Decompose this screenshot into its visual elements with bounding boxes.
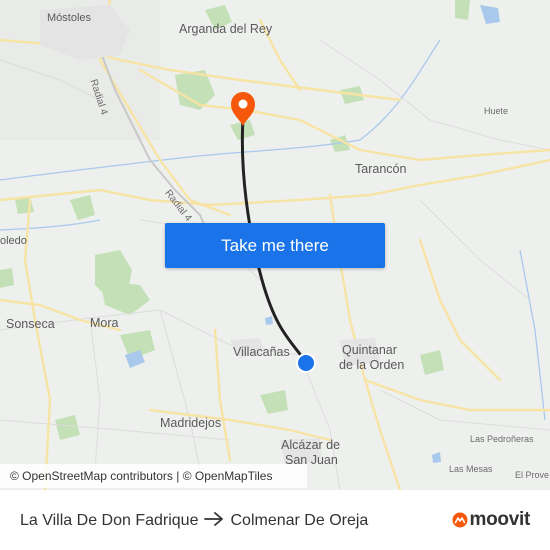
place-alcazar: Alcázar de [281,438,341,452]
place-toledo: oledo [0,235,27,247]
place-tarancon: Tarancón [355,162,407,176]
place-villacanas: Villacañas [233,345,290,359]
place-mora: Mora [90,316,119,330]
attribution-text: © OpenStreetMap contributors | © OpenMap… [10,469,273,483]
map-view[interactable]: Móstoles Arganda del Rey Huete Tarancón … [0,0,550,490]
moovit-logo[interactable]: moovit [452,509,530,531]
place-madridejos: Madridejos [160,416,222,430]
route-summary: La Villa De Don Fadrique Colmenar De Ore… [20,511,368,531]
moovit-logo-icon [452,512,468,528]
current-location-dot-icon[interactable] [296,353,316,373]
moovit-logo-text: moovit [469,509,531,530]
place-quintanar-line2: de la Orden [339,358,405,372]
take-me-there-button[interactable]: Take me there [165,223,385,268]
place-pedronieras: Las Pedroñeras [470,434,534,444]
place-mostoles: Móstoles [47,12,92,24]
place-las-mesas: Las Mesas [449,464,493,474]
place-sonseca: Sonseca [6,317,55,331]
location-pin-icon[interactable] [231,92,255,126]
place-el-provencio: El Prove [515,470,550,480]
arrow-right-icon [204,511,224,531]
destination-name: Colmenar De Oreja [230,512,369,529]
origin-name: La Villa De Don Fadrique [20,512,199,529]
map-attribution[interactable]: © OpenStreetMap contributors | © OpenMap… [0,464,307,488]
place-huete: Huete [484,106,509,116]
place-arganda: Arganda del Rey [179,22,273,36]
place-quintanar: Quintanar [342,343,397,357]
